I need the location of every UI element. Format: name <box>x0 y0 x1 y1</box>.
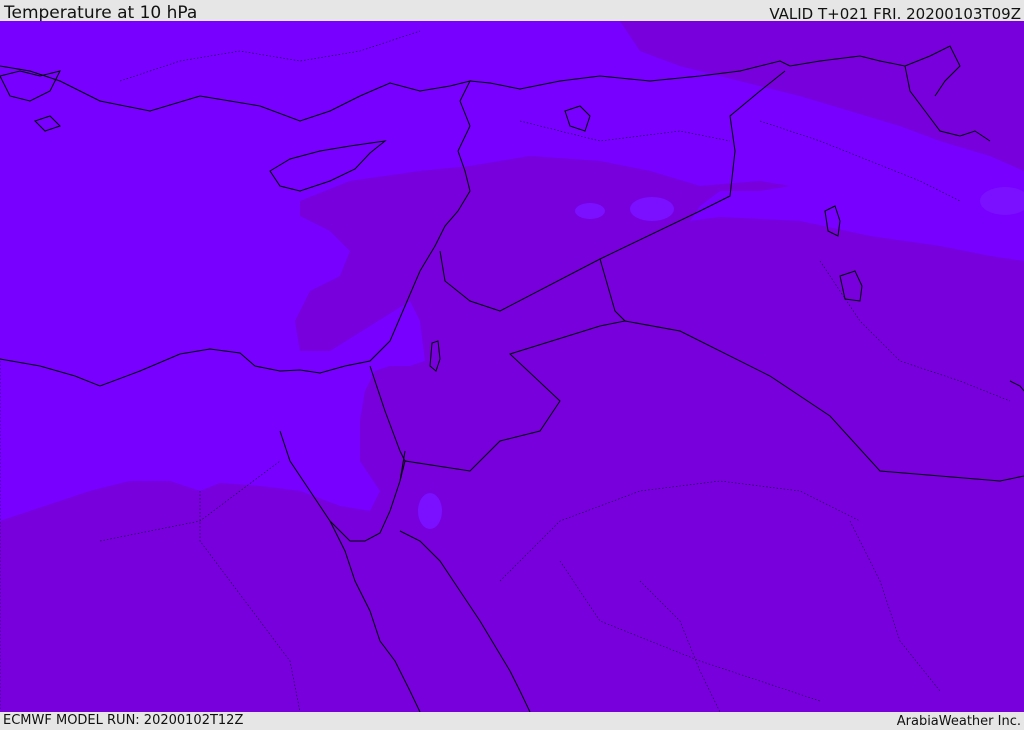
footer-bar: ECMWF MODEL RUN: 20200102T12Z ArabiaWeat… <box>0 712 1024 729</box>
credit-label: ArabiaWeather Inc. <box>896 714 1021 729</box>
temperature-pocket <box>575 203 605 219</box>
header-bar: Temperature at 10 hPa VALID T+021 FRI. 2… <box>0 0 1024 23</box>
map-title: Temperature at 10 hPa <box>4 3 198 23</box>
temperature-pocket <box>418 493 442 529</box>
map-canvas <box>0 21 1024 712</box>
temperature-pocket <box>630 197 674 221</box>
weather-map <box>0 21 1024 712</box>
model-run-label: ECMWF MODEL RUN: 20200102T12Z <box>3 713 244 728</box>
